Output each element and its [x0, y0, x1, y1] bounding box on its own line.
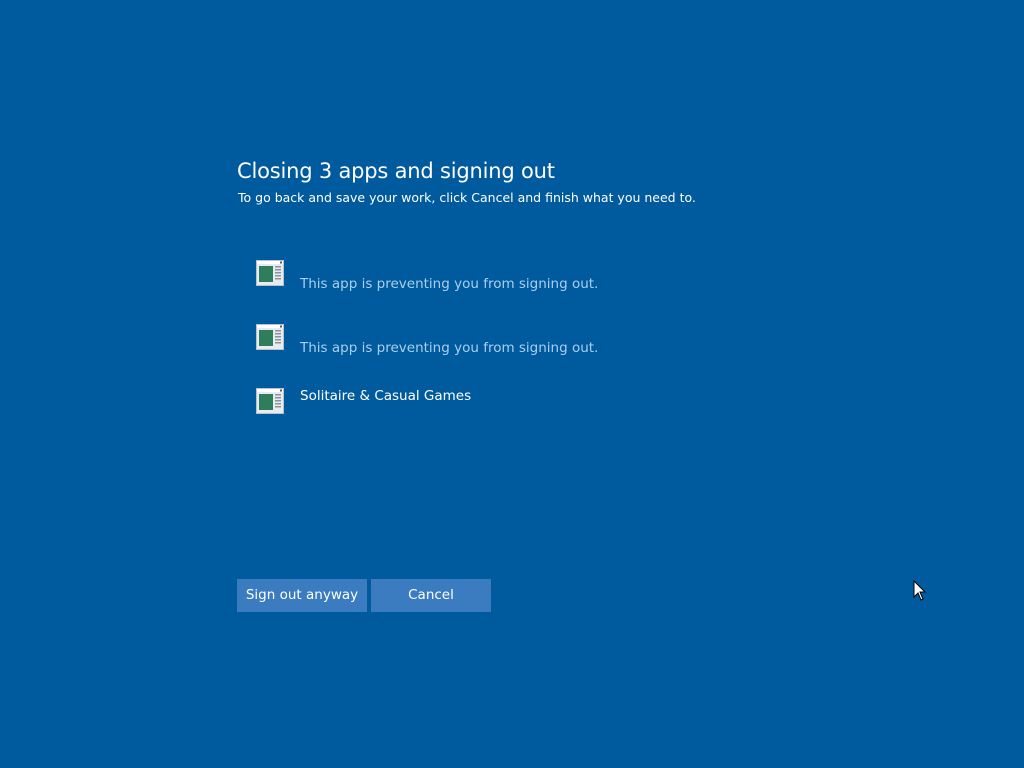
- app-window-icon: [256, 388, 284, 414]
- app-window-icon: [256, 260, 284, 286]
- cancel-button[interactable]: Cancel: [371, 579, 491, 612]
- dialog-title: Closing 3 apps and signing out: [237, 159, 555, 183]
- app-status: This app is preventing you from signing …: [300, 340, 599, 356]
- dialog-subtitle: To go back and save your work, click Can…: [238, 190, 696, 205]
- app-item: This app is preventing you from signing …: [255, 324, 755, 364]
- app-item: Solitaire & Casual Games: [255, 388, 755, 428]
- app-window-icon: [256, 324, 284, 350]
- app-item: This app is preventing you from signing …: [255, 260, 755, 300]
- mouse-pointer-icon: [913, 580, 927, 601]
- sign-out-anyway-button[interactable]: Sign out anyway: [237, 579, 367, 612]
- app-status: This app is preventing you from signing …: [300, 276, 599, 292]
- app-name: Solitaire & Casual Games: [300, 388, 472, 404]
